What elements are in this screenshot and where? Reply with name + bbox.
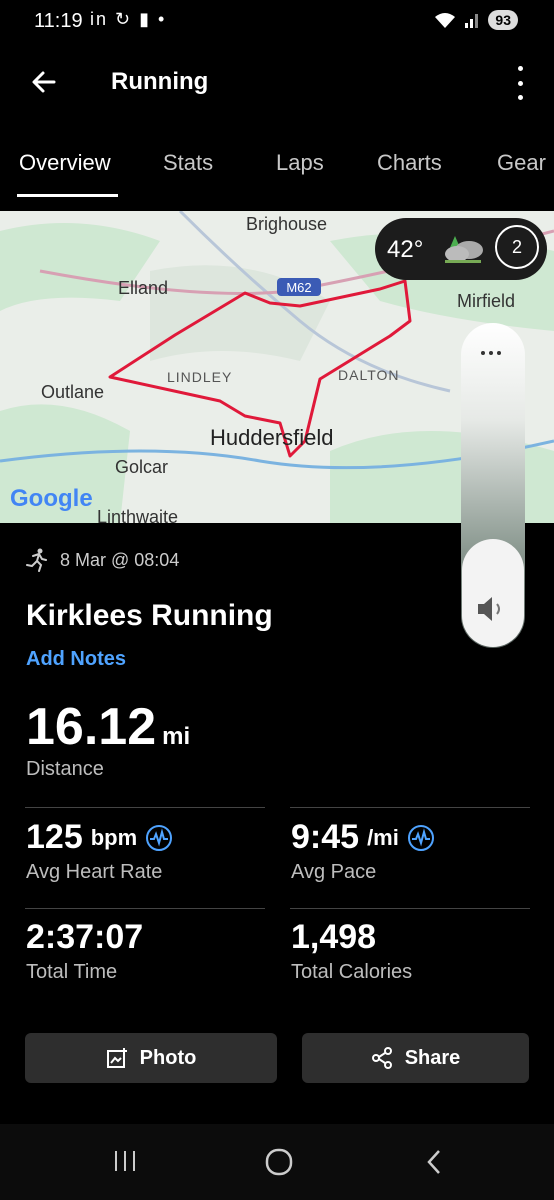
recent-apps-icon[interactable]	[112, 1150, 138, 1172]
back-arrow-icon[interactable]	[28, 66, 60, 98]
activity-datetime: 8 Mar @ 08:04	[60, 549, 180, 570]
tab-gear[interactable]: Gear	[497, 150, 546, 176]
divider	[25, 807, 265, 808]
distance-value: 16.12 mi	[26, 698, 191, 756]
status-right: 93	[434, 10, 518, 30]
map-label-golcar: Golcar	[115, 457, 168, 477]
battery-icon: 93	[488, 10, 518, 30]
map-label-linthwaite: Linthwaite	[97, 507, 178, 523]
pace-chart-icon[interactable]	[407, 824, 435, 852]
photo-button[interactable]: Photo	[25, 1033, 277, 1083]
map-label-outlane: Outlane	[41, 382, 104, 402]
weather-badge: 2	[495, 225, 539, 269]
stat-heart-rate: 125 bpm Avg Heart Rate	[26, 818, 173, 884]
tab-charts[interactable]: Charts	[377, 150, 442, 176]
speaker-icon	[478, 597, 500, 621]
heart-rate-chart-icon[interactable]	[145, 824, 173, 852]
activity-meta: 8 Mar @ 08:04	[26, 548, 179, 572]
wifi-icon	[435, 13, 456, 28]
volume-knob[interactable]	[462, 539, 524, 647]
home-icon[interactable]	[265, 1148, 293, 1176]
volume-slider[interactable]	[461, 323, 525, 648]
divider	[25, 908, 265, 909]
tab-stats[interactable]: Stats	[163, 150, 213, 176]
page-title: Running	[111, 68, 209, 95]
share-button[interactable]: Share	[302, 1033, 529, 1083]
tab-bar: Overview Stats Laps Charts Gear	[0, 138, 554, 198]
map-label-mirfield: Mirfield	[457, 291, 515, 311]
stat-total-calories: 1,498 Total Calories	[291, 918, 413, 983]
running-person-icon	[26, 548, 47, 572]
volume-more-icon[interactable]	[481, 351, 501, 355]
map-label-huddersfield: Huddersfield	[210, 425, 334, 450]
distance-label: Distance	[26, 758, 104, 780]
notification-icons: in ↻ ▮ •	[90, 9, 167, 29]
map-label-elland: Elland	[118, 278, 168, 298]
status-bar: 11:19 in ↻ ▮ • 93	[0, 0, 554, 44]
app-bar: Running	[0, 50, 554, 116]
map-label-lindley: LINDLEY	[167, 369, 232, 385]
add-notes-link[interactable]: Add Notes	[26, 648, 126, 671]
divider	[290, 908, 530, 909]
add-photo-icon	[106, 1048, 127, 1068]
system-nav-bar	[0, 1124, 554, 1200]
weather-widget[interactable]: 42° 2	[375, 218, 547, 280]
weather-temperature: 42°	[387, 236, 424, 263]
tab-overview[interactable]: Overview	[19, 150, 111, 176]
share-icon	[371, 1047, 392, 1069]
stat-total-time: 2:37:07 Total Time	[26, 918, 144, 983]
divider	[290, 807, 530, 808]
map-label-dalton: DALTON	[338, 367, 400, 383]
stat-pace: 9:45/mi Avg Pace	[291, 818, 435, 884]
cloudy-weather-icon	[445, 236, 483, 263]
active-tab-indicator	[17, 194, 118, 197]
activity-title: Kirklees Running	[26, 599, 273, 632]
signal-icon	[465, 14, 479, 28]
more-options-icon[interactable]	[512, 66, 528, 100]
distance-unit: mi	[162, 723, 191, 750]
tab-laps[interactable]: Laps	[276, 150, 324, 176]
map-label-brighouse: Brighouse	[246, 214, 327, 234]
map-label-m62: M62	[286, 280, 311, 295]
status-time: 11:19	[34, 10, 83, 32]
back-nav-icon[interactable]	[424, 1148, 444, 1176]
google-logo: Google	[10, 485, 93, 512]
